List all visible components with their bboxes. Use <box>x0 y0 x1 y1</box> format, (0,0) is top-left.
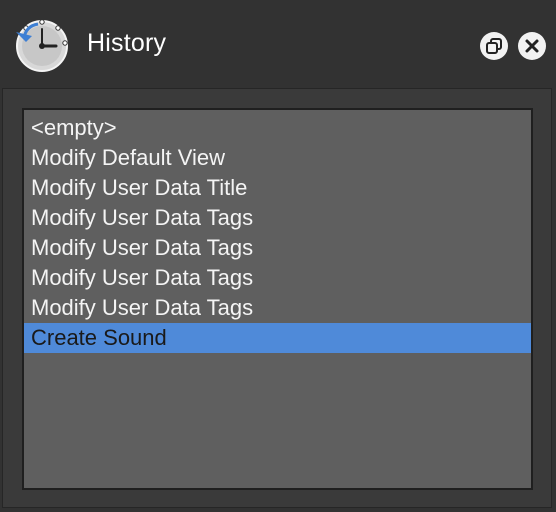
history-list[interactable]: <empty> Modify Default View Modify User Da… <box>22 108 533 490</box>
history-item[interactable]: Modify User Data Tags <box>24 233 531 263</box>
history-item[interactable]: Modify User Data Tags <box>24 203 531 233</box>
restore-window-icon <box>486 38 502 54</box>
history-item[interactable]: <empty> <box>24 113 531 143</box>
history-item-selected[interactable]: Create Sound <box>24 323 531 353</box>
close-button[interactable] <box>518 32 546 60</box>
history-clock-icon <box>12 16 72 76</box>
title-bar: History <box>0 0 556 88</box>
restore-window-button[interactable] <box>480 32 508 60</box>
history-window: History <empty> Modify Default View Modify… <box>0 0 556 512</box>
history-item[interactable]: Modify User Data Tags <box>24 293 531 323</box>
history-item[interactable]: Modify Default View <box>24 143 531 173</box>
history-item[interactable]: Modify User Data Title <box>24 173 531 203</box>
window-title: History <box>87 29 167 57</box>
history-item[interactable]: Modify User Data Tags <box>24 263 531 293</box>
close-icon <box>525 39 539 53</box>
